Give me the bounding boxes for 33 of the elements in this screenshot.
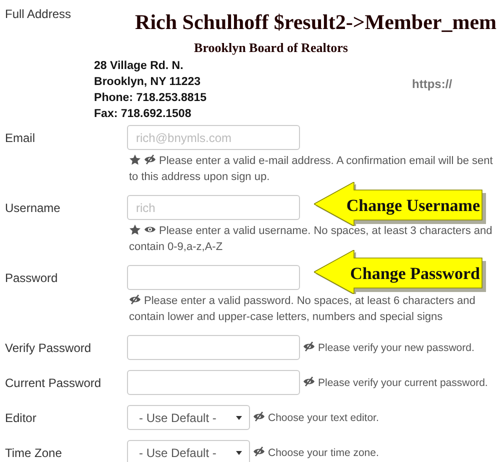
help-text: Please enter a valid e-mail address. A confirmation email will be sent to this address upon sign up. <box>129 155 493 183</box>
field-label: Editor <box>5 410 38 427</box>
field-label: Current Password <box>5 375 102 392</box>
field-label: Full Address <box>5 6 72 23</box>
input-field[interactable] <box>127 335 300 360</box>
help-text: Please verify your current password. <box>318 376 488 388</box>
callout-label: Change Password <box>350 263 481 284</box>
input-field[interactable] <box>127 370 300 395</box>
url-text: https:// <box>412 76 452 93</box>
help-text: Choose your text editor. <box>268 412 379 424</box>
help-text: Please verify your new password. <box>318 342 474 354</box>
address-line: Phone: 718.253.8815 <box>94 91 208 106</box>
input-field[interactable]: rich@bnymls.com <box>127 125 300 150</box>
address-line: Fax: 718.692.1508 <box>94 107 192 122</box>
help-text: Please enter a valid password. No spaces, at least 6 characters and contain lower and upper-case letters, numbers and special signs <box>129 295 476 323</box>
input-field[interactable]: rich <box>127 195 300 220</box>
address-line: 28 Village Rd. N. <box>94 59 184 74</box>
organization-name: Brooklyn Board of Realtors <box>194 40 349 56</box>
callout-label: Change Username <box>346 195 481 216</box>
address-line: Brooklyn, NY 11223 <box>94 75 202 90</box>
dropdown[interactable]: - Use Default - <box>127 440 250 462</box>
field-label: Username <box>5 200 62 217</box>
field-label: Time Zone <box>5 445 63 462</box>
field-label: Email <box>5 130 36 147</box>
caret-icon <box>236 416 242 420</box>
help-text: Please enter a valid username. No spaces, at least 3 characters and contain 0-9,a-z,A-Z <box>129 225 492 253</box>
field-label: Verify Password <box>5 340 92 357</box>
help-text: Choose your time zone. <box>268 446 379 458</box>
caret-icon <box>236 450 242 454</box>
dropdown[interactable]: - Use Default - <box>127 405 250 430</box>
page-title: Rich Schulhoff $result2->Member_mem <box>135 10 498 34</box>
field-label: Password <box>5 270 59 287</box>
input-field[interactable] <box>127 265 300 290</box>
